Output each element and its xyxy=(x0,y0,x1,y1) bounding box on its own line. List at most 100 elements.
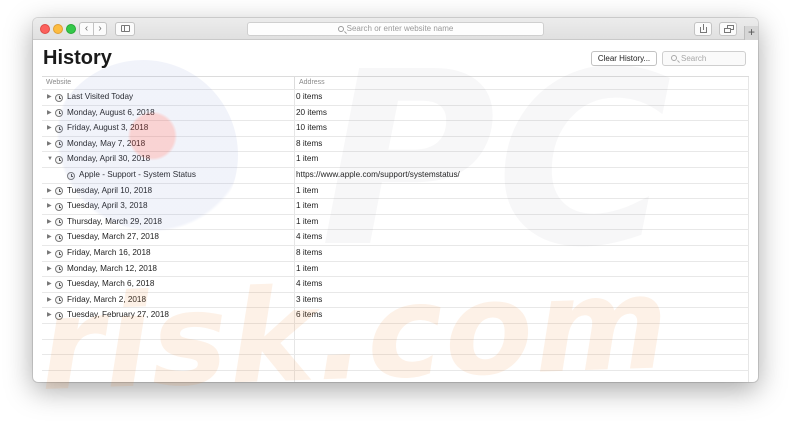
website-cell: Friday, March 16, 2018 xyxy=(67,248,151,257)
history-day-row[interactable]: ▶ Tuesday, April 3, 2018 1 item xyxy=(42,198,749,214)
address-cell: 8 items xyxy=(296,248,323,257)
history-day-row[interactable]: ▶ Friday, March 16, 2018 8 items xyxy=(42,245,749,261)
search-placeholder: Search xyxy=(681,54,707,63)
address-cell: 4 items xyxy=(296,232,323,242)
address-cell: 1 item xyxy=(296,154,319,164)
disclosure-triangle-right-icon[interactable]: ▶ xyxy=(47,262,55,277)
maximize-window-button[interactable] xyxy=(66,24,76,34)
column-header-address[interactable]: Address xyxy=(294,77,749,89)
clock-icon xyxy=(55,140,63,149)
disclosure-triangle-right-icon[interactable]: ▶ xyxy=(47,106,55,121)
chevron-right-icon: › xyxy=(98,23,102,34)
history-day-row[interactable]: ▶ Monday, May 7, 2018 8 items xyxy=(42,135,749,152)
minimize-window-button[interactable] xyxy=(53,24,63,34)
history-day-row[interactable]: ▶ Monday, March 12, 2018 1 item xyxy=(42,260,749,277)
search-icon xyxy=(671,55,677,61)
history-entry-row[interactable]: Apple - Support - System Status https://w… xyxy=(42,167,749,183)
share-button[interactable] xyxy=(694,22,712,36)
website-cell: Tuesday, April 3, 2018 xyxy=(67,201,148,211)
disclosure-triangle-right-icon[interactable]: ▶ xyxy=(47,137,55,152)
address-cell: 1 item xyxy=(296,216,319,226)
website-cell: Tuesday, April 10, 2018 xyxy=(67,185,153,195)
website-cell: Friday, August 3, 2018 xyxy=(67,123,149,133)
clock-icon xyxy=(55,93,63,102)
website-cell: Thursday, March 29, 2018 xyxy=(67,216,162,226)
website-cell: Monday, April 30, 2018 xyxy=(67,154,151,164)
disclosure-triangle-right-icon[interactable]: ▶ xyxy=(47,277,55,292)
address-cell: https://www.apple.com/support/systemstat… xyxy=(296,170,460,179)
history-day-row[interactable]: ▼ Monday, April 30, 2018 1 item xyxy=(42,151,749,167)
history-day-row[interactable]: ▶ Last Visited Today 0 items xyxy=(42,89,749,105)
history-day-row[interactable]: ▶ Friday, August 3, 2018 10 items xyxy=(42,120,749,136)
column-header-website[interactable]: Website xyxy=(42,77,294,89)
empty-row xyxy=(42,338,749,355)
history-day-row[interactable]: ▶ Thursday, March 29, 2018 1 item xyxy=(42,213,749,230)
back-button[interactable]: ‹ xyxy=(79,22,93,36)
chevron-left-icon: ‹ xyxy=(84,23,89,34)
disclosure-triangle-right-icon[interactable]: ▶ xyxy=(47,308,55,323)
disclosure-triangle-right-icon[interactable]: ▶ xyxy=(47,246,55,261)
toolbar: ‹ › Search or enter website name + xyxy=(33,18,758,40)
empty-row xyxy=(42,323,749,339)
website-cell: Last Visited Today xyxy=(67,92,134,101)
clock-icon xyxy=(55,296,63,305)
address-cell: 8 items xyxy=(296,138,323,148)
history-day-row[interactable]: ▶ Tuesday, March 6, 2018 4 items xyxy=(42,276,749,292)
sidebar-button[interactable] xyxy=(115,22,135,36)
clock-icon xyxy=(55,202,63,211)
disclosure-triangle-right-icon[interactable]: ▶ xyxy=(47,230,55,245)
address-cell: 10 items xyxy=(296,123,327,133)
history-day-row[interactable]: ▶ Tuesday, April 10, 2018 1 item xyxy=(42,182,749,199)
website-cell: Monday, March 12, 2018 xyxy=(67,263,157,273)
empty-row xyxy=(42,369,749,382)
page-title: History xyxy=(43,47,112,69)
empty-row xyxy=(42,354,749,370)
tab-overview-button[interactable] xyxy=(719,22,737,36)
history-day-row[interactable]: ▶ Monday, August 6, 2018 20 items xyxy=(42,104,749,121)
clock-icon xyxy=(55,218,63,227)
address-cell: 3 items xyxy=(296,294,323,304)
website-cell: Tuesday, March 6, 2018 xyxy=(67,279,155,289)
disclosure-triangle-right-icon[interactable]: ▶ xyxy=(47,184,55,199)
website-cell: Friday, March 2, 2018 xyxy=(67,294,147,304)
history-day-row[interactable]: ▶ Tuesday, February 27, 2018 6 items xyxy=(42,307,749,323)
clock-icon xyxy=(55,109,63,118)
new-tab-button[interactable]: + xyxy=(744,26,758,40)
address-cell: 20 items xyxy=(296,107,327,117)
address-cell: 1 item xyxy=(296,185,319,195)
close-window-button[interactable] xyxy=(40,24,50,34)
disclosure-triangle-right-icon[interactable]: ▶ xyxy=(47,199,55,214)
forward-button[interactable]: › xyxy=(93,22,107,36)
clear-history-button[interactable]: Clear History... xyxy=(591,51,657,66)
address-bar[interactable]: Search or enter website name xyxy=(247,22,544,36)
disclosure-triangle-down-icon[interactable]: ▼ xyxy=(47,152,55,167)
clock-icon xyxy=(55,265,63,274)
search-icon xyxy=(337,26,344,32)
address-cell: 6 items xyxy=(296,310,323,320)
clock-icon xyxy=(55,233,63,242)
website-cell: Tuesday, March 27, 2018 xyxy=(67,232,159,242)
history-day-row[interactable]: ▶ Friday, March 2, 2018 3 items xyxy=(42,291,749,308)
address-bar-placeholder: Search or enter website name xyxy=(346,24,454,33)
address-cell: 0 items xyxy=(296,92,323,101)
address-cell: 4 items xyxy=(296,279,323,289)
history-day-row[interactable]: ▶ Tuesday, March 27, 2018 4 items xyxy=(42,229,749,245)
sidebar-icon xyxy=(121,25,130,32)
disclosure-triangle-right-icon[interactable]: ▶ xyxy=(47,293,55,308)
clock-icon xyxy=(55,124,63,133)
website-cell: Monday, August 6, 2018 xyxy=(67,107,155,117)
clock-icon xyxy=(55,155,63,164)
website-cell: Tuesday, February 27, 2018 xyxy=(67,310,169,320)
disclosure-triangle-right-icon[interactable]: ▶ xyxy=(47,215,55,230)
website-cell: Apple - Support - System Status xyxy=(79,170,196,179)
disclosure-triangle-right-icon[interactable]: ▶ xyxy=(47,121,55,136)
clock-icon xyxy=(55,311,63,320)
clock-icon xyxy=(55,249,63,258)
website-cell: Monday, May 7, 2018 xyxy=(67,138,146,148)
history-search-input[interactable]: Search xyxy=(662,51,746,66)
clock-icon xyxy=(55,187,63,196)
address-cell: 1 item xyxy=(296,201,319,211)
history-table: Website Address ▶ Last Visited Today 0 ite… xyxy=(42,76,749,382)
address-cell: 1 item xyxy=(296,263,319,273)
disclosure-triangle-right-icon[interactable]: ▶ xyxy=(47,90,55,105)
